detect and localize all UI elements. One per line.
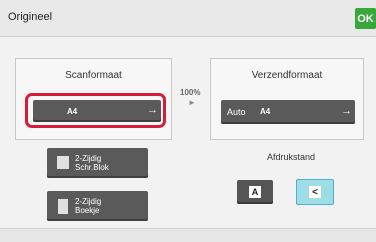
arrow-right-icon: → (341, 105, 352, 117)
landscape-orientation-icon: < (309, 186, 321, 198)
arrow-right-icon: → (147, 104, 158, 116)
send-size-value: A4 (260, 107, 271, 116)
duplex-booklet-line2: Boekje (75, 206, 100, 215)
booklet-icon (58, 199, 68, 214)
play-arrow-icon: ► (188, 98, 196, 107)
zoom-value: 100% (180, 88, 201, 97)
scan-size-title: Scanformaat (65, 70, 122, 81)
scan-size-button[interactable]: A4 → (33, 100, 161, 122)
duplex-tablet-line1: 2-Zijdig (75, 154, 102, 163)
duplex-tablet-line2: Schr.Blok (75, 163, 109, 172)
landscape-orientation-button[interactable]: < (296, 179, 334, 205)
send-size-button[interactable]: Auto A4 → (221, 100, 355, 124)
original-settings-screen: Origineel OK Scanformaat A4 → 100% ► Ver… (0, 0, 376, 242)
duplex-booklet-button[interactable]: 2-Zijdig Boekje (47, 191, 148, 221)
send-auto-label: Auto (227, 107, 246, 117)
duplex-tablet-button[interactable]: 2-Zijdig Schr.Blok (47, 148, 148, 178)
send-size-panel: Verzendformaat (210, 58, 364, 140)
screen-title: Origineel (8, 11, 53, 23)
scan-size-value: A4 (67, 107, 78, 116)
book-flat-icon (57, 156, 69, 169)
ok-button[interactable]: OK (355, 8, 376, 29)
orientation-title: Afdrukstand (267, 152, 316, 162)
portrait-orientation-button[interactable]: A (237, 180, 273, 204)
duplex-booklet-line1: 2-Zijdig (75, 197, 102, 206)
send-size-title: Verzendformaat (251, 70, 323, 81)
bottom-bar (0, 228, 376, 242)
portrait-orientation-icon: A (249, 186, 261, 198)
title-bar: Origineel OK (0, 0, 376, 37)
